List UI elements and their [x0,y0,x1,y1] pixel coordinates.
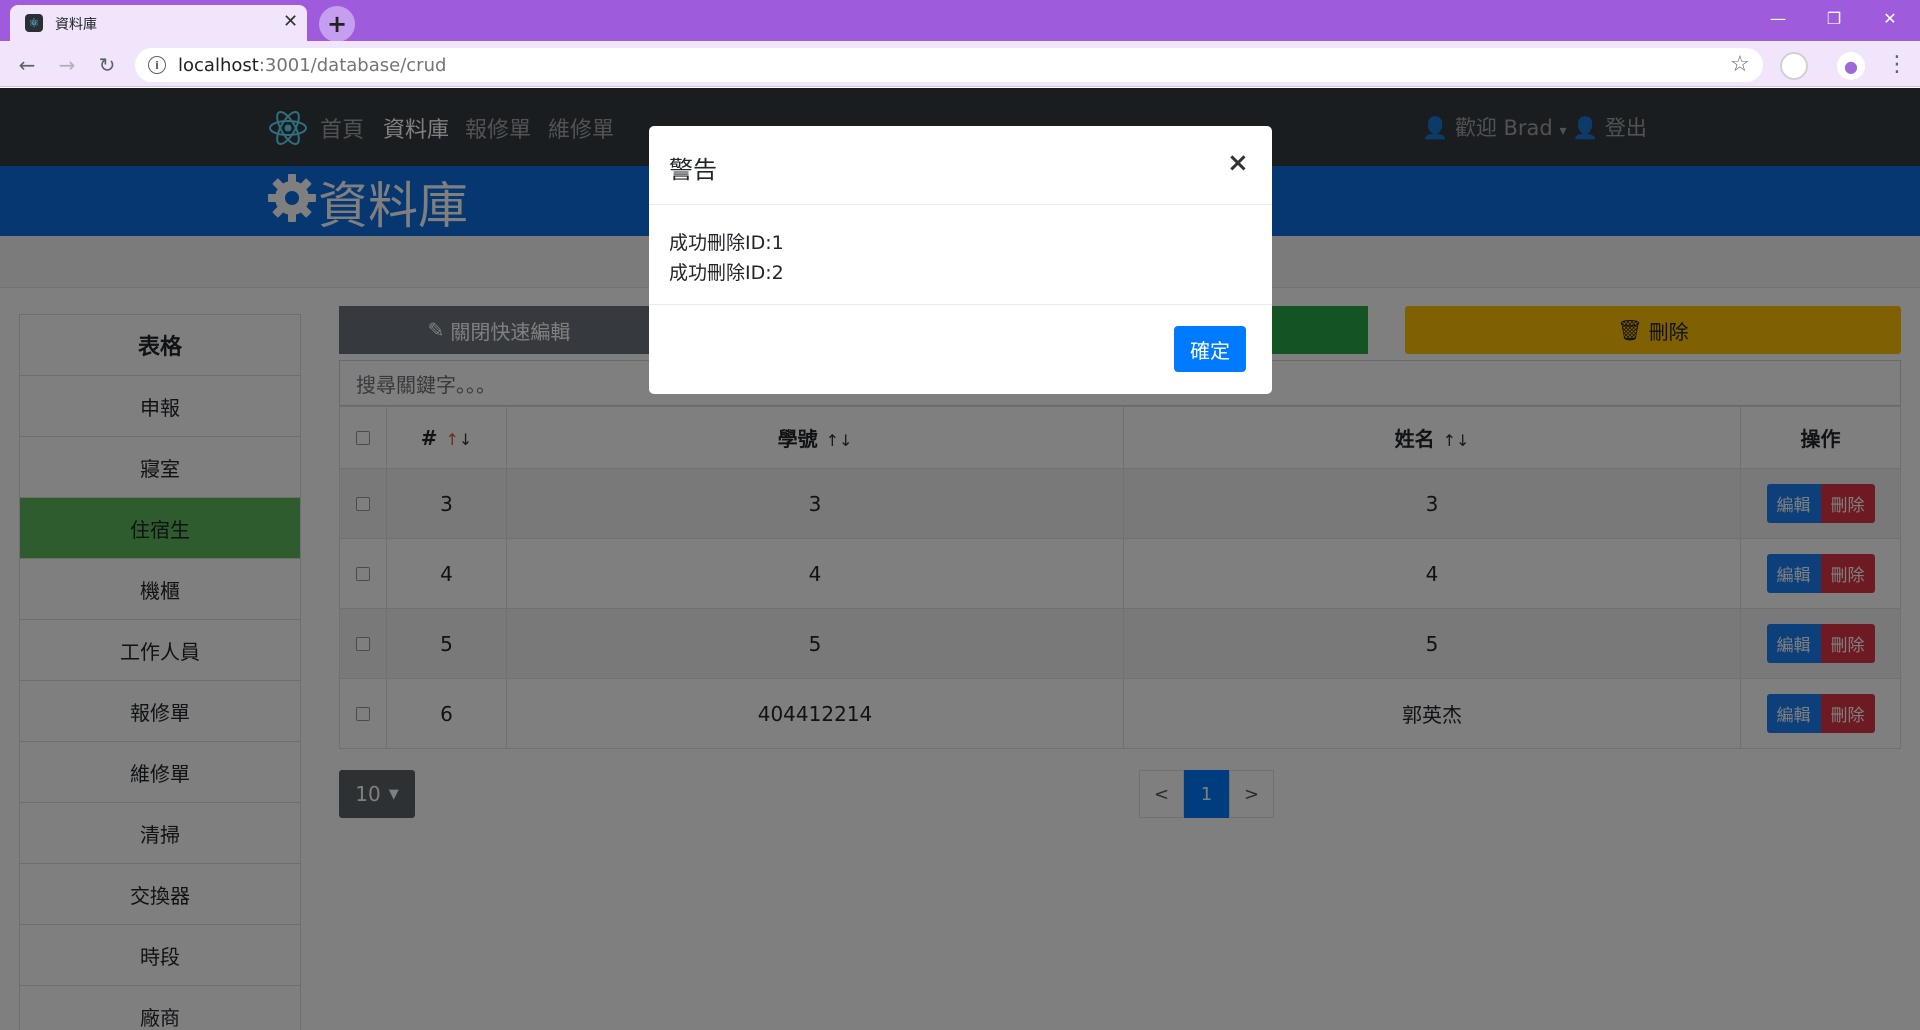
url-host: localhost [178,55,259,76]
modal-divider [649,304,1272,305]
extension-icon[interactable] [1780,52,1808,80]
minimize-icon[interactable]: — [1750,0,1806,36]
modal-title: 警告 [669,156,717,184]
react-favicon-icon: ⚛ [25,14,43,32]
modal-divider [649,204,1272,205]
alert-modal: 警告 × 成功刪除ID:1 成功刪除ID:2 確定 [649,126,1272,394]
new-tab-button[interactable]: + [319,6,355,42]
window-close-icon[interactable]: ✕ [1862,0,1918,36]
tab-close-icon[interactable]: ✕ [283,11,298,32]
modal-body: 成功刪除ID:1 成功刪除ID:2 [669,228,784,288]
modal-message: 成功刪除ID:2 [669,262,784,284]
browser-tab[interactable]: ⚛ 資料庫 ✕ [10,5,307,41]
info-icon[interactable]: i [148,56,166,74]
forward-icon[interactable]: → [52,50,82,80]
url-text[interactable]: localhost:3001/database/crud [178,55,446,76]
profile-icon[interactable]: ● [1837,52,1865,80]
tab-title: 資料庫 [55,17,97,33]
back-icon[interactable]: ← [12,50,42,80]
star-icon[interactable]: ☆ [1730,52,1750,77]
maximize-icon[interactable]: ❐ [1806,0,1862,36]
menu-icon[interactable]: ⋮ [1886,52,1908,77]
url-path: :3001/database/crud [258,55,447,76]
confirm-button[interactable]: 確定 [1174,326,1246,372]
reload-icon[interactable]: ↻ [92,50,122,80]
modal-message: 成功刪除ID:1 [669,232,784,254]
modal-close-icon[interactable]: × [1227,148,1249,178]
